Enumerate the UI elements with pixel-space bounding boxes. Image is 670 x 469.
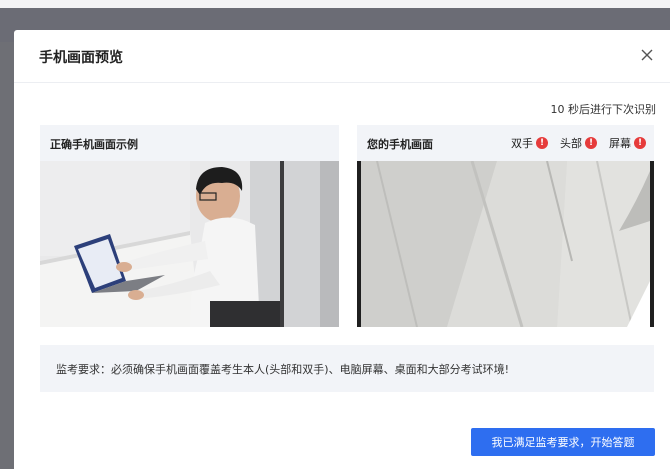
background-top-strip <box>0 0 670 8</box>
status-hands: 双手 ! <box>511 135 548 151</box>
background-left-overlay <box>0 42 14 469</box>
phone-camera-feed <box>357 161 654 327</box>
status-screen: 屏幕 ! <box>609 135 646 151</box>
phone-preview-dialog: 手机画面预览 10 秒后进行下次识别 正确手机画面示例 您的手机画面 双手 ! … <box>14 30 670 469</box>
example-panel: 正确手机画面示例 <box>40 125 339 327</box>
status-head-label: 头部 <box>560 137 582 150</box>
start-exam-button[interactable]: 我已满足监考要求，开始答题 <box>471 428 655 456</box>
close-icon[interactable] <box>638 46 656 64</box>
example-panel-header: 正确手机画面示例 <box>40 125 339 161</box>
requirements-text: 监考要求：必须确保手机画面覆盖考生本人(头部和双手)、电脑屏幕、桌面和大部分考试… <box>56 363 509 376</box>
example-photo <box>40 161 339 327</box>
alert-icon: ! <box>585 137 597 149</box>
proctoring-requirements: 监考要求：必须确保手机画面覆盖考生本人(头部和双手)、电脑屏幕、桌面和大部分考试… <box>40 345 654 392</box>
recognition-countdown: 10 秒后进行下次识别 <box>550 103 657 116</box>
example-panel-title: 正确手机画面示例 <box>50 138 138 151</box>
alert-icon: ! <box>634 137 646 149</box>
dialog-title: 手机画面预览 <box>39 50 123 66</box>
alert-icon: ! <box>536 137 548 149</box>
phone-panel-header: 您的手机画面 双手 ! 头部 ! 屏幕 ! <box>357 125 654 161</box>
status-head: 头部 ! <box>560 135 597 151</box>
detection-status-group: 双手 ! 头部 ! 屏幕 ! <box>511 135 646 151</box>
status-screen-label: 屏幕 <box>609 137 631 150</box>
phone-panel-title: 您的手机画面 <box>367 138 433 151</box>
dialog-header: 手机画面预览 <box>14 30 670 83</box>
status-hands-label: 双手 <box>511 137 533 150</box>
phone-view-panel: 您的手机画面 双手 ! 头部 ! 屏幕 ! <box>357 125 654 327</box>
